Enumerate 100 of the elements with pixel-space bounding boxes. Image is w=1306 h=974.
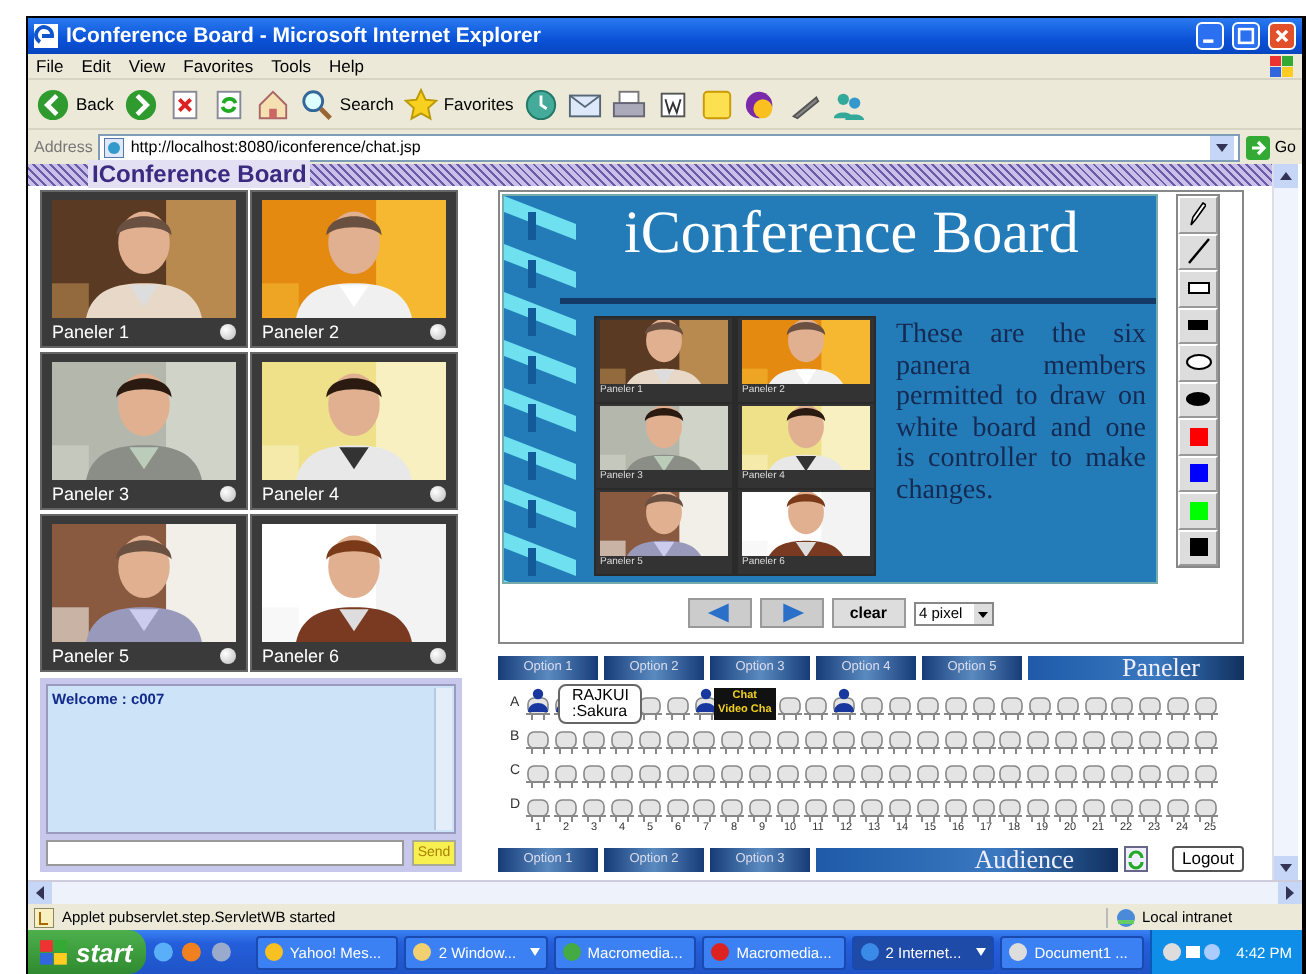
app-icon [710,942,731,962]
refresh-button[interactable] [211,87,246,121]
search-icon [299,87,334,121]
status-dot-icon [430,648,446,665]
next-button[interactable] [759,598,824,628]
back-icon [36,87,70,121]
line-icon [1187,238,1209,265]
status-dot-icon [430,324,446,341]
scroll-down-button[interactable] [1274,856,1298,880]
tray-icon [1161,942,1222,962]
scroll-left-button[interactable] [28,882,52,904]
maximize-button[interactable] [1232,22,1260,50]
color-button[interactable] [1178,418,1218,455]
ovalfill-tool[interactable] [1178,381,1218,418]
print-icon [611,87,646,121]
pencil-tool[interactable] [1178,196,1218,233]
app-icon [561,942,582,962]
history-button[interactable] [523,87,558,121]
quick-launch-icon[interactable] [152,940,175,964]
favorites-button[interactable]: Favorites [403,87,514,121]
oval-icon [1185,354,1211,371]
status-dot-icon [220,486,236,503]
note-button[interactable] [699,87,734,121]
windows-logo-icon [1270,55,1294,77]
globe-icon [1116,907,1136,927]
color-button[interactable] [1178,529,1218,566]
oval-tool[interactable] [1178,344,1218,381]
page-icon [104,137,125,157]
home-button[interactable] [255,87,290,121]
page-header: IConference Board [88,160,311,188]
color-button[interactable] [1178,455,1218,492]
scrollbar [434,688,452,830]
caret-icon [529,948,540,956]
menu-item[interactable]: Favorites [183,56,254,76]
rect-tool[interactable] [1178,270,1218,307]
menu-item[interactable]: Edit [81,56,111,76]
app-icon [263,942,284,962]
paneler-name: Paneler 1 [52,322,130,343]
edit-button[interactable] [655,87,690,121]
paneler-name: Paneler 2 [262,322,340,343]
window-title: IConference Board - Microsoft Internet Explorer [66,24,543,48]
note-icon [699,87,734,121]
color-button[interactable] [1178,492,1218,529]
line-tool[interactable] [1178,233,1218,270]
paneler-name: Paneler 6 [262,646,340,667]
messenger-button[interactable] [743,87,778,121]
paneler-name: Paneler 5 [52,646,130,667]
browser-icon [34,24,58,48]
search-button[interactable]: Search [299,87,394,121]
app-icon [1008,942,1029,962]
app-icon [412,942,433,962]
forward-icon [123,87,158,121]
go-button[interactable]: Go [1246,135,1296,159]
applet-icon [34,907,54,927]
address-field[interactable]: http://localhost:8080/iconference/chat.jsp [98,133,1241,161]
pencil-icon [1189,202,1207,227]
rectfill-tool[interactable] [1178,307,1218,344]
back-button[interactable]: Back [36,87,114,121]
status-dot-icon [430,486,446,503]
paneler-name: Paneler 3 [52,484,130,505]
quick-launch-icon[interactable] [180,940,204,964]
close-button[interactable] [1268,22,1296,50]
slide-title: iConference Board [624,200,1079,268]
stop-icon [167,87,202,121]
history-icon [523,87,558,121]
windows-logo-icon [40,939,68,965]
menu-item[interactable]: View [128,56,166,76]
occupied-seat-icon[interactable] [524,687,552,719]
rect-icon [1187,282,1209,295]
refresh-icon[interactable] [1124,846,1148,872]
tooltip-text: :Sakura [572,704,629,720]
scroll-up-button[interactable] [1274,164,1298,188]
refresh-icon [211,87,246,121]
message-input[interactable] [46,840,404,866]
quick-launch-icon[interactable] [209,940,233,964]
stop-button[interactable] [167,87,202,121]
scroll-right-button[interactable] [1278,882,1302,904]
address-label: Address [34,138,93,156]
ovalfill-icon [1186,392,1210,407]
menu-item[interactable]: File [36,56,64,76]
print-button[interactable] [611,87,646,121]
previous-button[interactable] [687,598,752,628]
start-button[interactable]: start [28,930,147,974]
home-icon [255,87,290,121]
forward-button[interactable] [123,87,158,121]
clear-button[interactable]: clear [831,598,905,628]
tooltip-text: RAJKUI [572,688,629,704]
caret-icon [976,948,987,956]
arrow-icon [1246,135,1271,159]
logout-button[interactable]: Logout [1172,846,1244,872]
app-icon [859,942,880,962]
menu-item[interactable]: Tools [271,56,311,76]
slide-text: These are the six panera members permitted to draw on white board and one is controller to make changes. [896,320,1146,508]
section-title: Paneler [1028,655,1244,679]
status-dot-icon [220,324,236,341]
menu-item[interactable]: Help [328,56,364,76]
occupied-seat-icon[interactable] [830,687,859,719]
minimize-button[interactable] [1196,22,1224,50]
vertical-scrollbar[interactable] [1272,164,1298,880]
section-title: Audience [816,847,1118,871]
